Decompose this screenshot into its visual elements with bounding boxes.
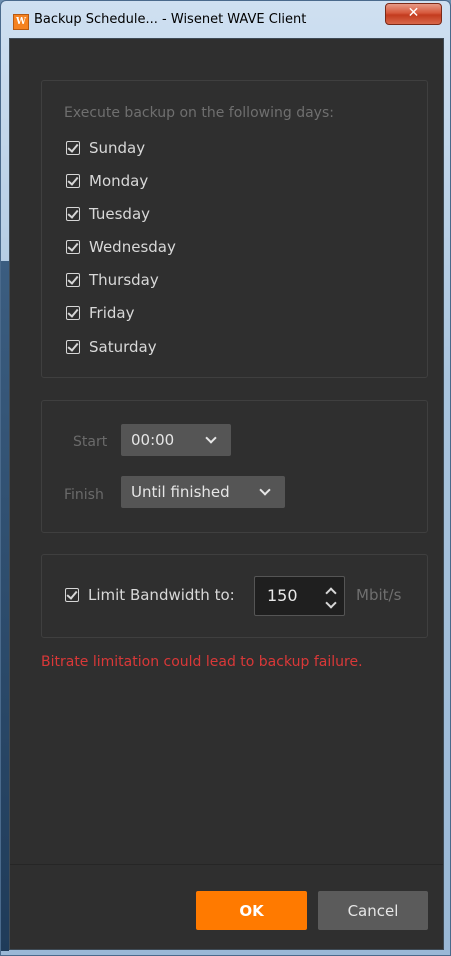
days-group: Execute backup on the following days: Su… bbox=[41, 80, 428, 378]
time-group: Start 00:00 Finish Until finished bbox=[41, 400, 428, 533]
day-label: Wednesday bbox=[89, 238, 176, 256]
finish-value: Until finished bbox=[131, 483, 230, 501]
finish-label: Finish bbox=[64, 487, 104, 503]
chevron-down-icon bbox=[205, 432, 217, 444]
day-checkbox-tuesday[interactable]: Tuesday bbox=[66, 204, 150, 224]
close-button[interactable]: ✕ bbox=[385, 3, 442, 25]
start-time-value: 00:00 bbox=[131, 431, 175, 449]
checkbox-checked-icon[interactable] bbox=[66, 207, 80, 221]
bandwidth-value: 150 bbox=[267, 586, 298, 605]
warning-message: Bitrate limitation could lead to backup … bbox=[41, 654, 363, 670]
title-bar[interactable]: W Backup Schedule... - Wisenet WAVE Clie… bbox=[1, 1, 450, 39]
chevron-down-icon bbox=[259, 484, 271, 496]
start-label: Start bbox=[73, 434, 108, 450]
day-label: Monday bbox=[89, 172, 149, 190]
finish-dropdown[interactable]: Until finished bbox=[121, 476, 285, 508]
day-label: Sunday bbox=[89, 139, 146, 157]
day-checkbox-sunday[interactable]: Sunday bbox=[66, 138, 145, 158]
day-label: Tuesday bbox=[89, 205, 151, 223]
days-title: Execute backup on the following days: bbox=[64, 105, 334, 121]
checkbox-checked-icon[interactable] bbox=[66, 306, 80, 320]
checkbox-checked-icon[interactable] bbox=[66, 141, 80, 155]
cancel-button[interactable]: Cancel bbox=[318, 891, 428, 930]
limit-bandwidth-checkbox[interactable]: Limit Bandwidth to: bbox=[65, 586, 235, 604]
bandwidth-spinbox[interactable]: 150 bbox=[254, 576, 345, 616]
day-checkbox-thursday[interactable]: Thursday bbox=[66, 270, 159, 290]
window-edge bbox=[1, 261, 9, 951]
app-icon: W bbox=[13, 14, 29, 30]
bandwidth-unit: Mbit/s bbox=[356, 586, 402, 604]
checkbox-checked-icon[interactable] bbox=[66, 340, 80, 354]
checkbox-checked-icon[interactable] bbox=[66, 273, 80, 287]
day-checkbox-saturday[interactable]: Saturday bbox=[66, 337, 157, 357]
checkbox-checked-icon[interactable] bbox=[66, 174, 80, 188]
ok-button[interactable]: OK bbox=[196, 891, 307, 930]
day-label: Friday bbox=[89, 304, 135, 322]
close-icon: ✕ bbox=[407, 5, 420, 21]
day-checkbox-wednesday[interactable]: Wednesday bbox=[66, 237, 176, 257]
day-checkbox-friday[interactable]: Friday bbox=[66, 303, 134, 323]
spin-down-icon[interactable] bbox=[325, 597, 337, 609]
limit-bandwidth-label: Limit Bandwidth to: bbox=[88, 586, 235, 604]
start-time-dropdown[interactable]: 00:00 bbox=[121, 424, 231, 456]
dialog-body: Execute backup on the following days: Su… bbox=[9, 38, 444, 950]
day-checkbox-monday[interactable]: Monday bbox=[66, 171, 148, 191]
day-label: Thursday bbox=[89, 271, 159, 289]
checkbox-checked-icon[interactable] bbox=[65, 588, 79, 602]
window-title: Backup Schedule... - Wisenet WAVE Client bbox=[34, 12, 307, 27]
day-label: Saturday bbox=[89, 338, 157, 356]
bandwidth-group: Limit Bandwidth to: 150 Mbit/s bbox=[41, 554, 428, 638]
checkbox-checked-icon[interactable] bbox=[66, 240, 80, 254]
dialog-window: W Backup Schedule... - Wisenet WAVE Clie… bbox=[0, 0, 451, 956]
footer-divider bbox=[10, 864, 443, 865]
